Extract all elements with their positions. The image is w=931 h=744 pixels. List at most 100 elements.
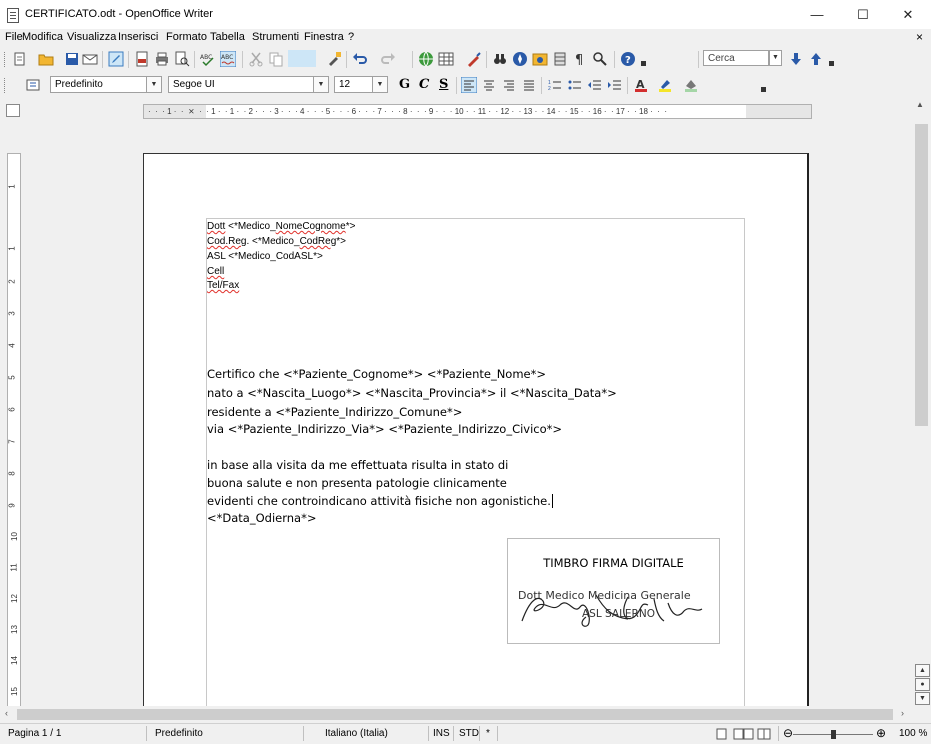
autospellcheck-icon[interactable]: ABC bbox=[220, 51, 236, 67]
maximize-button[interactable]: ☐ bbox=[840, 0, 886, 29]
gallery-icon[interactable] bbox=[532, 51, 548, 67]
zoom-out-icon[interactable]: ⊖ bbox=[783, 726, 793, 740]
body-line[interactable]: residente a <*Paziente_Indirizzo_Comune*… bbox=[207, 405, 462, 419]
status-insert-mode[interactable]: INS bbox=[433, 728, 450, 739]
align-left-icon[interactable] bbox=[461, 77, 477, 93]
body-line[interactable]: in base alla visita da me effettuata ris… bbox=[207, 458, 508, 472]
styles-formatting-icon[interactable] bbox=[25, 77, 41, 93]
header-asl-line[interactable]: ASL <*Medico_CodASL*> bbox=[207, 251, 323, 262]
zoom-icon[interactable] bbox=[592, 51, 608, 67]
scroll-up-icon[interactable]: ▲ bbox=[916, 100, 924, 109]
align-center-icon[interactable] bbox=[481, 77, 497, 93]
table-icon[interactable] bbox=[438, 51, 454, 67]
body-line[interactable]: <*Data_Odierna*> bbox=[207, 511, 316, 525]
previous-page-icon[interactable]: ▲ bbox=[915, 664, 930, 677]
align-right-icon[interactable] bbox=[501, 77, 517, 93]
edit-mode-icon[interactable] bbox=[108, 51, 124, 67]
paste-icon[interactable] bbox=[288, 50, 316, 67]
increase-indent-icon[interactable] bbox=[607, 77, 623, 93]
next-page-icon[interactable]: ▼ bbox=[915, 692, 930, 705]
bold-button[interactable]: G bbox=[399, 77, 410, 92]
horizontal-scroll-thumb[interactable] bbox=[17, 709, 893, 720]
body-line[interactable]: nato a <*Nascita_Luogo*> <*Nascita_Provi… bbox=[207, 386, 617, 400]
vertical-scrollbar[interactable]: ▲ ▲ ● ▼ bbox=[912, 98, 931, 706]
close-document-icon[interactable]: × bbox=[916, 30, 923, 44]
open-folder-icon[interactable] bbox=[38, 51, 54, 67]
menu-finestra[interactable]: Finestra bbox=[304, 31, 344, 43]
print-preview-icon[interactable] bbox=[174, 51, 190, 67]
zoom-in-icon[interactable]: ⊕ bbox=[876, 726, 886, 740]
horizontal-scrollbar[interactable]: ‹ › bbox=[0, 706, 912, 723]
body-line[interactable]: Certifico che <*Paziente_Cognome*> <*Paz… bbox=[207, 367, 546, 381]
cut-icon[interactable] bbox=[248, 51, 264, 67]
header-telfax-line[interactable]: Tel/Fax bbox=[207, 280, 239, 291]
justify-icon[interactable] bbox=[521, 77, 537, 93]
background-color-icon[interactable] bbox=[683, 77, 699, 93]
undo-icon[interactable] bbox=[352, 51, 368, 67]
navigator-icon[interactable] bbox=[512, 51, 528, 67]
zoom-level[interactable]: 100 % bbox=[899, 728, 927, 739]
font-size-select[interactable]: 12 ▼ bbox=[334, 76, 388, 93]
italic-button[interactable]: C bbox=[419, 77, 429, 92]
vertical-scroll-thumb[interactable] bbox=[915, 124, 928, 426]
find-replace-icon[interactable] bbox=[492, 51, 508, 67]
body-line[interactable]: buona salute e non presenta patologie cl… bbox=[207, 476, 507, 490]
menu-strumenti[interactable]: Strumenti bbox=[252, 31, 299, 43]
font-color-icon[interactable]: A bbox=[633, 77, 649, 93]
zoom-slider-knob[interactable] bbox=[831, 730, 836, 739]
formatting-marks-icon[interactable]: ¶ bbox=[572, 51, 588, 67]
bullets-icon[interactable] bbox=[567, 77, 583, 93]
menu-visualizza[interactable]: Visualizza bbox=[67, 31, 116, 43]
draw-functions-icon[interactable] bbox=[466, 51, 482, 67]
horizontal-ruler[interactable]: · · · 1 · · ⨯ · · 1 · · 1 · · 2 · · · 3 … bbox=[143, 104, 812, 119]
menu-help[interactable]: ? bbox=[348, 31, 354, 43]
status-selection-mode[interactable]: STD bbox=[459, 728, 479, 739]
body-line-with-cursor[interactable]: evidenti che controindicano attività fis… bbox=[207, 494, 553, 508]
menu-file[interactable]: File bbox=[5, 31, 23, 43]
menu-formato[interactable]: Formato bbox=[166, 31, 207, 43]
clone-formatting-icon[interactable] bbox=[326, 51, 342, 67]
copy-icon[interactable] bbox=[268, 51, 284, 67]
toolbar-overflow-icon[interactable] bbox=[760, 77, 768, 93]
toolbar-grip[interactable] bbox=[4, 52, 7, 67]
find-previous-icon[interactable] bbox=[808, 51, 824, 67]
view-layout-icons[interactable] bbox=[716, 728, 772, 740]
help-icon[interactable]: ? bbox=[620, 51, 636, 67]
minimize-button[interactable]: — bbox=[794, 0, 840, 29]
email-icon[interactable] bbox=[82, 51, 98, 67]
numbering-icon[interactable]: 12 bbox=[547, 77, 563, 93]
status-page[interactable]: Pagina 1 / 1 bbox=[8, 728, 61, 739]
font-name-select[interactable]: Segoe UI ▼ bbox=[168, 76, 329, 93]
export-pdf-icon[interactable] bbox=[134, 51, 150, 67]
find-next-icon[interactable] bbox=[788, 51, 804, 67]
toolbar-grip[interactable] bbox=[4, 78, 7, 93]
hyperlink-icon[interactable] bbox=[418, 51, 434, 67]
header-cell-line[interactable]: Cell bbox=[207, 266, 224, 277]
save-icon[interactable] bbox=[64, 51, 80, 67]
spellcheck-icon[interactable]: ABC bbox=[200, 51, 216, 67]
redo-icon[interactable] bbox=[380, 51, 396, 67]
new-document-icon[interactable] bbox=[12, 51, 28, 67]
menu-modifica[interactable]: Modifica bbox=[22, 31, 63, 43]
search-dropdown-button[interactable]: ▼ bbox=[769, 50, 782, 66]
print-icon[interactable] bbox=[154, 51, 170, 67]
data-sources-icon[interactable] bbox=[552, 51, 568, 67]
paragraph-style-select[interactable]: Predefinito ▼ bbox=[50, 76, 162, 93]
header-doctor-line[interactable]: Dott <*Medico_NomeCognome*> bbox=[207, 221, 355, 232]
highlighting-icon[interactable] bbox=[657, 77, 673, 93]
scroll-right-icon[interactable]: › bbox=[901, 708, 904, 718]
toolbar-overflow-icon[interactable] bbox=[640, 51, 648, 67]
vertical-ruler[interactable]: 1 1 2 3 4 5 6 7 8 9 10 11 12 13 14 15 bbox=[7, 153, 21, 708]
header-codreg-line[interactable]: Cod.Reg. <*Medico_CodReg*> bbox=[207, 236, 346, 247]
menu-inserisci[interactable]: Inserisci bbox=[118, 31, 158, 43]
status-style[interactable]: Predefinito bbox=[155, 728, 203, 739]
scroll-left-icon[interactable]: ‹ bbox=[5, 708, 8, 718]
tab-stop-selector[interactable] bbox=[6, 104, 20, 117]
navigation-icon[interactable]: ● bbox=[915, 678, 930, 691]
document-page[interactable]: Dott <*Medico_NomeCognome*> Cod.Reg. <*M… bbox=[143, 153, 809, 729]
underline-button[interactable]: S bbox=[439, 77, 448, 92]
menu-tabella[interactable]: Tabella bbox=[210, 31, 245, 43]
search-input[interactable]: Cerca bbox=[703, 50, 769, 66]
decrease-indent-icon[interactable] bbox=[587, 77, 603, 93]
close-window-button[interactable]: ✕ bbox=[885, 0, 931, 29]
